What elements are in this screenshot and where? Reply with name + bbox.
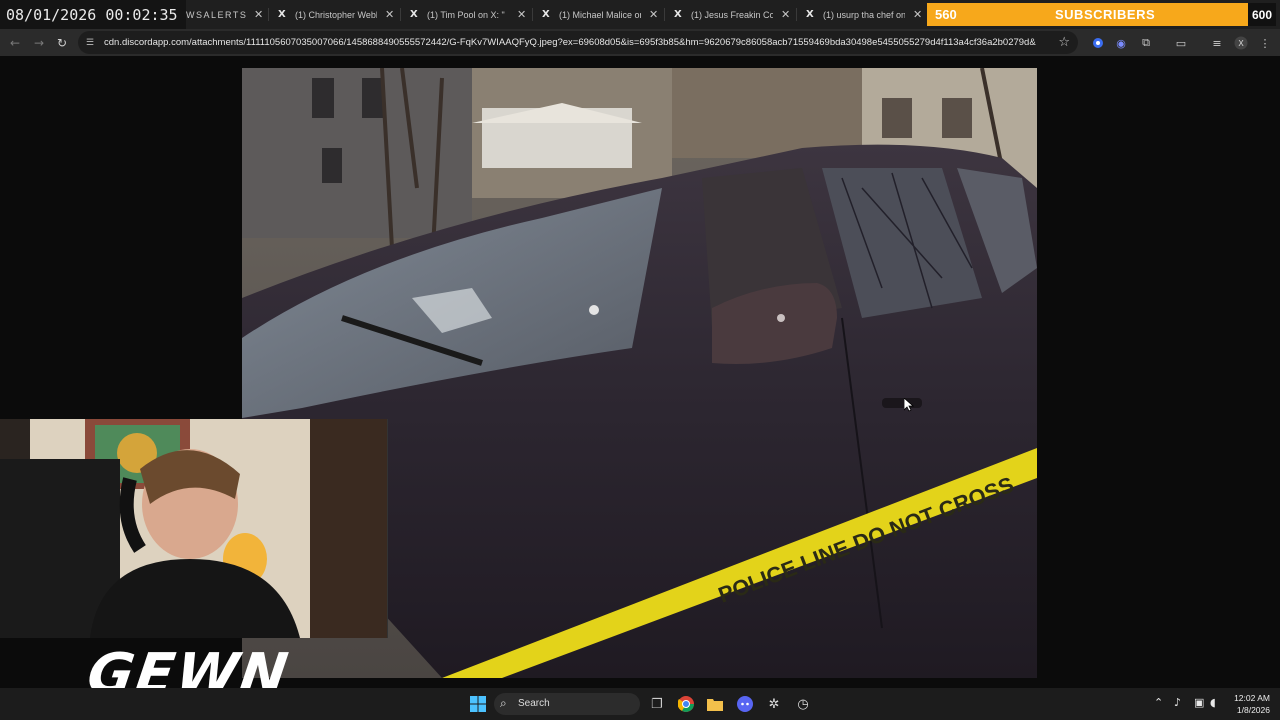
subscriber-goal-bar: 560 SUBSCRIBERS 600 [927,3,1276,26]
subscriber-count: 560 [935,7,957,22]
site-info-icon[interactable]: ☰ [86,37,97,48]
stream-datetime-overlay: 08/01/2026 00:02:35 [0,0,186,29]
x-logo-icon: X [674,9,682,20]
x-logo-icon: X [542,9,550,20]
tab-usurp-tha-chef[interactable]: X (1) usurp tha chef on X ✕ [806,4,922,25]
show-hidden-icons-icon[interactable]: ⌃ [1154,696,1163,709]
file-explorer-icon[interactable] [705,694,725,714]
streamer-webcam [0,419,388,638]
extension-icon-1[interactable] [1090,35,1106,51]
close-icon[interactable]: ✕ [254,8,263,21]
clock-date: 1/8/2026 [1236,705,1270,715]
volume-icon[interactable]: ◖ [1210,696,1216,709]
chrome-icon[interactable] [676,694,696,714]
side-panel-icon[interactable]: ▭ [1173,35,1189,51]
app-icon[interactable]: ✲ [764,694,784,714]
task-view-icon[interactable]: ❐ [647,694,667,714]
clock-time: 12:02 AM [1234,693,1270,703]
tab-label: WSALERTS [186,9,246,20]
subscriber-label: SUBSCRIBERS [1055,7,1156,22]
tab-label: (1) usurp tha chef on X [823,9,905,20]
tab-michael-malice[interactable]: X (1) Michael Malice on X ✕ [542,4,658,25]
tab-christopher-webb[interactable]: X (1) Christopher Webb o ✕ [278,4,394,25]
x-logo-icon: X [410,9,418,20]
menu-icon[interactable]: ⋮ [1257,35,1273,51]
close-icon[interactable]: ✕ [517,8,526,21]
back-icon[interactable]: ← [6,34,24,52]
tab-label: (1) Jesus Freakin Congr [691,9,773,20]
bookmark-star-icon[interactable]: ☆ [1058,35,1070,50]
search-icon: ⌕ [500,696,507,710]
url-text: cdn.discordapp.com/attachments/111110560… [104,37,1036,48]
reload-icon[interactable]: ↻ [53,34,71,52]
forward-icon[interactable]: → [30,34,48,52]
discord-icon[interactable] [735,694,755,714]
windows-taskbar: ⌕ Search ❐ ✲ ◷ ⌃ ♪ ▣ ◖ 12:02 AM 1/8/2026 [0,688,1280,720]
x-logo-icon: X [278,9,286,20]
address-bar[interactable]: ☰ cdn.discordapp.com/attachments/1111105… [78,31,1078,54]
tab-newsalerts[interactable]: WSALERTS ✕ [186,4,263,25]
reading-list-icon[interactable]: ≡ [1209,35,1225,51]
system-clock[interactable]: 12:02 AM 1/8/2026 [1226,692,1270,716]
taskbar-search[interactable]: ⌕ Search [494,693,640,715]
clock-app-icon[interactable]: ◷ [793,694,813,714]
svg-text:X: X [1238,39,1244,48]
puzzle-icon[interactable]: ⧉ [1138,35,1154,51]
tab-label: (1) Tim Pool on X: " [427,9,505,20]
x-logo-icon: X [806,9,814,20]
microphone-icon[interactable]: ♪ [1174,696,1181,709]
taskbar-search-label: Search [518,698,550,709]
close-icon[interactable]: ✕ [781,8,790,21]
profile-icon[interactable]: X [1233,35,1249,51]
extension-icon-2[interactable]: ◉ [1113,35,1129,51]
close-icon[interactable]: ✕ [649,8,658,21]
tab-label: (1) Christopher Webb o [295,9,377,20]
tab-jesus-freakin[interactable]: X (1) Jesus Freakin Congr ✕ [674,4,790,25]
windows-start-icon[interactable] [468,694,488,714]
tab-label: (1) Michael Malice on X [559,9,641,20]
close-icon[interactable]: ✕ [913,8,922,21]
close-icon[interactable]: ✕ [385,8,394,21]
mouse-cursor-icon [904,398,914,412]
subscriber-goal: 600 [1248,3,1276,26]
tab-tim-pool[interactable]: X (1) Tim Pool on X: " ✕ [410,4,526,25]
network-icon[interactable]: ▣ [1194,696,1204,709]
browser-toolbar: ← → ↻ ☰ cdn.discordapp.com/attachments/1… [0,29,1280,56]
